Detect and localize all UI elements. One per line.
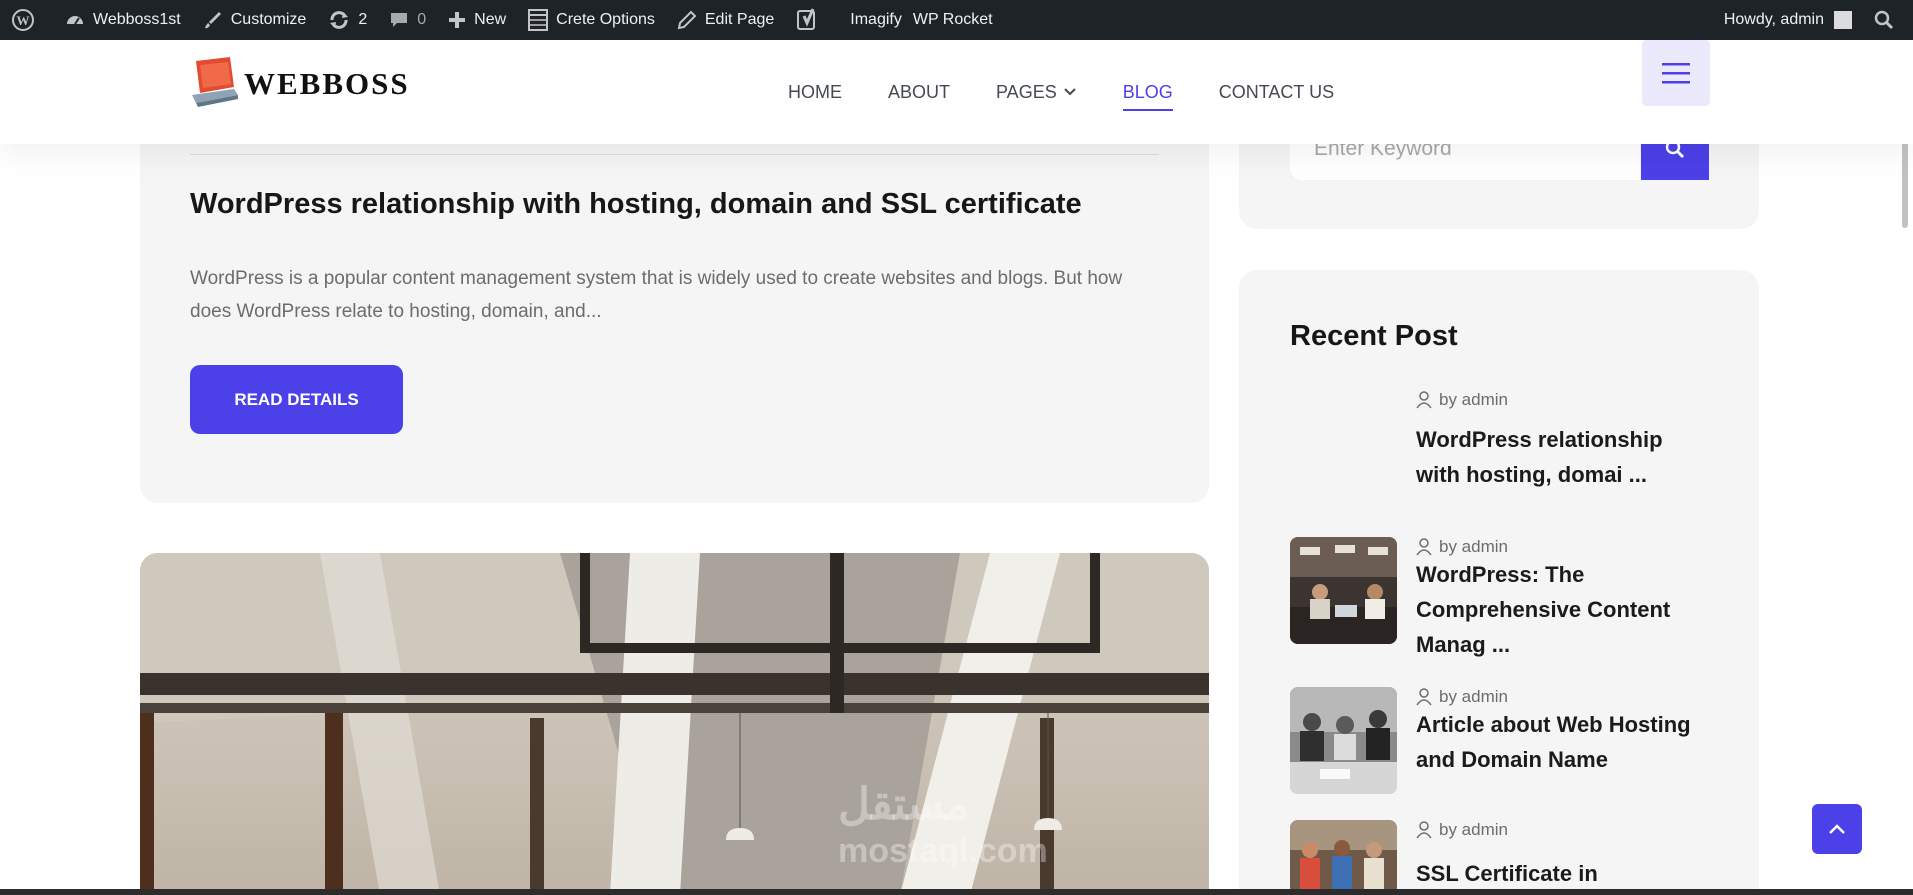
- nav-home[interactable]: HOME: [788, 40, 842, 144]
- recent-post-title[interactable]: WordPress relationship with hosting, dom…: [1416, 422, 1711, 492]
- recent-posts-title: Recent Post: [1290, 320, 1458, 352]
- nav-contact-us[interactable]: CONTACT US: [1219, 40, 1334, 144]
- hamburger-icon: [1662, 63, 1690, 84]
- comments-count: 0: [417, 11, 427, 28]
- svg-text:W: W: [17, 13, 30, 28]
- post-divider: [190, 154, 1159, 155]
- post-featured-image[interactable]: [140, 553, 1209, 895]
- howdy-label: Howdy, admin: [1723, 11, 1824, 28]
- avatar: [1834, 11, 1852, 29]
- group-discussion-image: [1290, 820, 1397, 895]
- post-author: by admin: [1439, 687, 1508, 706]
- edit-page-link[interactable]: Edit Page: [666, 0, 785, 40]
- my-account-link[interactable]: Howdy, admin: [1713, 0, 1863, 40]
- site-name-label: Webboss1st: [93, 11, 181, 28]
- edit-page-label: Edit Page: [704, 11, 775, 28]
- offcanvas-menu-button[interactable]: [1642, 40, 1710, 106]
- read-details-button[interactable]: READ DETAILS: [190, 365, 403, 434]
- user-icon: [1416, 391, 1432, 409]
- site-name-link[interactable]: Webboss1st: [54, 0, 192, 40]
- dashboard-icon: [67, 16, 83, 25]
- updates-icon: [330, 11, 349, 29]
- wp-rocket-link[interactable]: WP Rocket: [913, 0, 1004, 40]
- office-ceiling-image: [140, 553, 1209, 895]
- watermark-latin: mostaql.com: [838, 832, 1048, 870]
- comment-icon: [391, 13, 408, 27]
- post-title[interactable]: WordPress relationship with hosting, dom…: [190, 188, 1082, 221]
- pencil-icon: [677, 10, 697, 30]
- post-author: by admin: [1439, 537, 1508, 556]
- imagify-label: Imagify: [850, 11, 902, 28]
- recent-post-thumbnail[interactable]: [1290, 537, 1397, 644]
- post-author-meta: by admin: [1416, 820, 1508, 840]
- recent-post-thumbnail[interactable]: [1290, 687, 1397, 794]
- post-author-meta: by admin: [1416, 537, 1508, 557]
- admin-search-button[interactable]: [1863, 0, 1913, 40]
- post-author: by admin: [1439, 390, 1508, 409]
- laptop-logo-icon: [192, 57, 238, 107]
- nav-blog[interactable]: BLOG: [1122, 40, 1173, 144]
- crete-options-label: Crete Options: [556, 11, 655, 28]
- post-excerpt: WordPress is a popular content managemen…: [190, 268, 1123, 322]
- new-content-link[interactable]: New: [437, 0, 517, 40]
- mostaql-watermark: مستقل mostaql.com: [838, 782, 1048, 874]
- new-label: New: [474, 11, 507, 28]
- updates-link[interactable]: 2: [317, 0, 378, 40]
- search-icon: [1874, 10, 1894, 30]
- nav-pages[interactable]: PAGES: [996, 40, 1077, 144]
- team-meeting-image: [1290, 687, 1397, 794]
- recent-post-title[interactable]: WordPress: The Comprehensive Content Man…: [1416, 557, 1711, 662]
- nav-about[interactable]: ABOUT: [888, 40, 950, 144]
- logo-text: WEBBOSS: [244, 66, 410, 101]
- post-author-meta: by admin: [1416, 687, 1508, 707]
- plus-icon: [449, 12, 466, 28]
- wp-admin-bar: W Webboss1st Customize 2 0 New Crete Opt…: [0, 0, 1913, 40]
- recent-post-title[interactable]: SSL Certificate in: [1416, 856, 1711, 891]
- wordpress-logo-icon[interactable]: W: [0, 0, 54, 40]
- customize-label: Customize: [230, 11, 307, 28]
- site-logo[interactable]: WEBBOSS: [190, 44, 420, 124]
- taskbar-edge: [0, 889, 1913, 895]
- user-icon: [1416, 688, 1432, 706]
- updates-count: 2: [358, 11, 368, 28]
- imagify-link[interactable]: Imagify: [839, 0, 913, 40]
- brush-icon: [204, 12, 221, 29]
- crete-options-link[interactable]: Crete Options: [517, 0, 666, 40]
- main-nav: HOME ABOUT PAGES BLOG CONTACT US: [788, 40, 1334, 144]
- yoast-icon: [797, 8, 816, 30]
- yoast-seo-link[interactable]: [785, 0, 839, 40]
- nav-pages-label: PAGES: [996, 81, 1057, 102]
- recent-post-thumbnail[interactable]: [1290, 820, 1397, 895]
- recent-post-title[interactable]: Article about Web Hosting and Domain Nam…: [1416, 707, 1711, 777]
- post-author-meta: by admin: [1416, 390, 1508, 410]
- user-icon: [1416, 821, 1432, 839]
- chevron-down-icon: [1064, 88, 1076, 96]
- scroll-to-top-button[interactable]: [1812, 804, 1862, 854]
- post-author: by admin: [1439, 820, 1508, 839]
- comments-link[interactable]: 0: [378, 0, 437, 40]
- chevron-up-icon: [1829, 824, 1845, 834]
- watermark-arabic: مستقل: [838, 780, 970, 829]
- office-meeting-image: [1290, 537, 1397, 644]
- site-header: WEBBOSS HOME ABOUT PAGES BLOG CONTACT US: [0, 40, 1913, 144]
- customize-link[interactable]: Customize: [192, 0, 318, 40]
- table-icon: [528, 9, 549, 31]
- user-icon: [1416, 538, 1432, 556]
- wp-rocket-label: WP Rocket: [912, 11, 993, 28]
